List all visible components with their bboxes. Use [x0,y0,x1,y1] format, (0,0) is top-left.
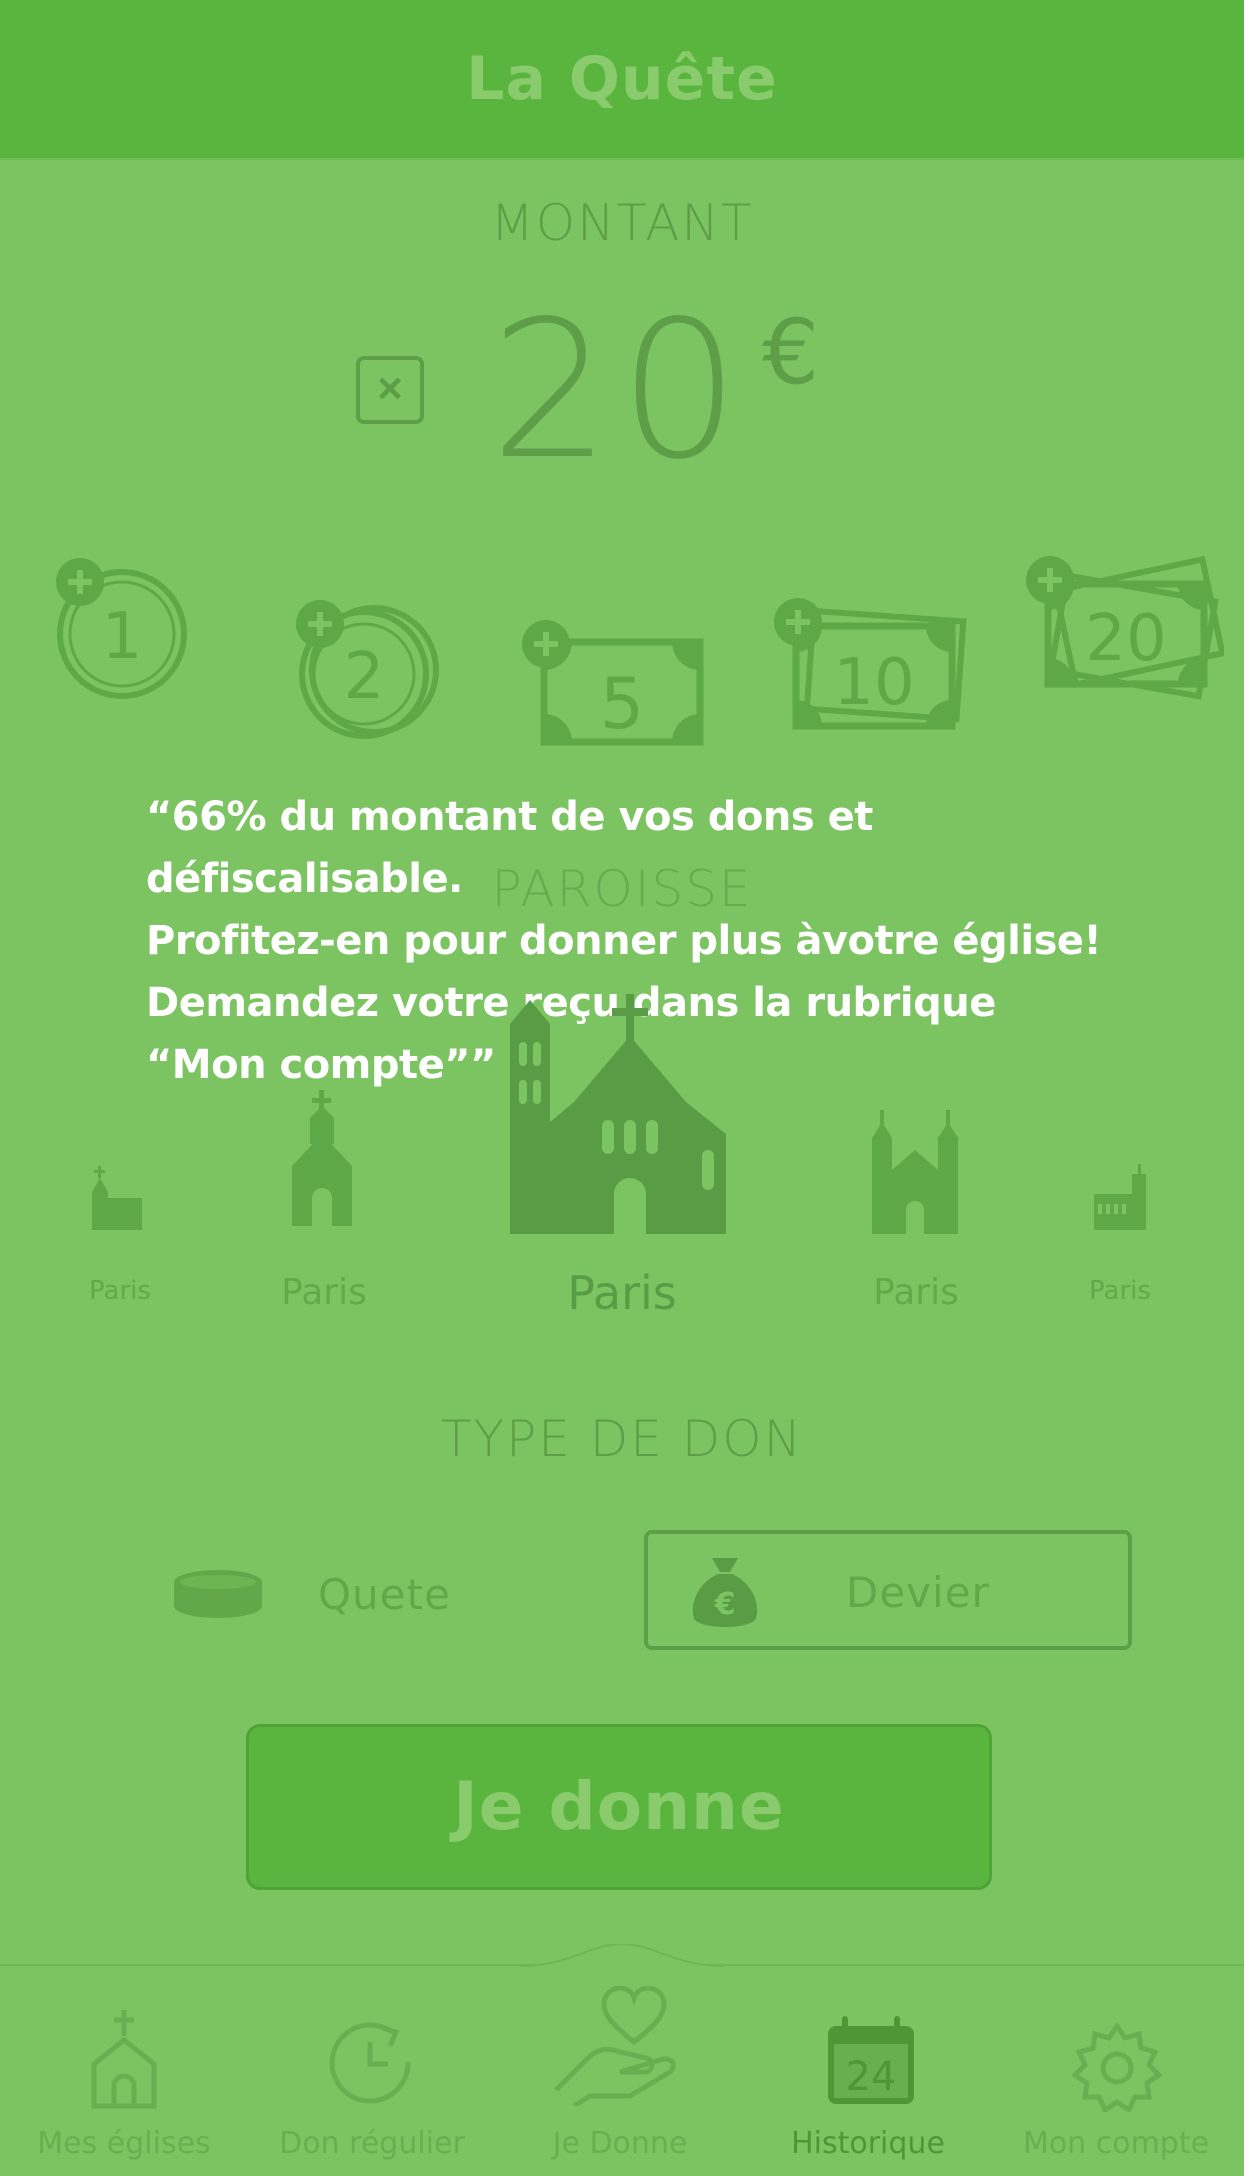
money-bag-icon: € [692,1558,758,1627]
tab-label: Historique [791,2126,945,2161]
bottom-tab-bar: Mes églises Don régulier Je Donne 24 His… [0,1944,1244,2176]
church-label-1: Paris [89,1276,151,1306]
note-line: “66% du montant de vos dons et défiscali… [146,794,873,902]
church-label-5: Paris [1089,1276,1151,1306]
type-devier-label: Devier [846,1568,990,1617]
bill-10-label: 10 [833,646,914,720]
tab-label: Mes églises [37,2126,211,2161]
calendar-day: 24 [846,2054,897,2100]
add-5-bill-button[interactable]: 5 [520,618,710,748]
tab-historique[interactable]: 24 Historique [744,1966,992,2176]
church-item-1[interactable] [90,1166,150,1236]
small-church-icon [92,1166,142,1230]
church-icon [91,2010,157,2109]
type-quete-label: Quete [318,1570,451,1619]
recurring-clock-icon [329,2022,411,2104]
church-item-4[interactable] [870,1110,960,1234]
tab-mes-eglises[interactable]: Mes églises [0,1966,248,2176]
app-title: La Quête [466,44,778,114]
currency-symbol: € [762,300,820,405]
note-line: Profitez-en pour donner plus àvotre égli… [146,918,1102,964]
tab-label: Don régulier [279,2126,465,2161]
church-icon [510,994,726,1234]
heart-hand-icon [554,1986,676,2106]
tab-label: Je Donne [552,2126,688,2161]
add-20-bill-button[interactable]: 20 [1024,554,1224,714]
svg-text:€: € [714,1587,736,1622]
chapel-icon [292,1090,352,1226]
church-label-2: Paris [281,1272,367,1313]
church-label-4: Paris [873,1272,959,1313]
calendar-icon: 24 [828,2016,914,2104]
gear-icon [1072,2022,1162,2112]
church-item-5[interactable] [1092,1164,1152,1234]
type-de-don-section-title: TYPE DE DON [441,1410,803,1468]
add-10-bill-button[interactable]: 10 [774,598,974,738]
church-item-3-selected[interactable] [506,994,730,1234]
coin-1-label: 1 [102,600,143,674]
add-1-coin-button[interactable]: 1 [54,556,194,706]
tab-don-regulier[interactable]: Don régulier [248,1966,496,2176]
give-button[interactable]: Je donne [246,1724,992,1890]
clear-amount-button[interactable]: × [356,356,424,424]
add-2-coin-button[interactable]: 2 [290,594,450,744]
tab-je-donne[interactable]: Je Donne [496,1966,744,2176]
coin-icon [174,1570,262,1618]
bill-5-label: 5 [600,663,645,745]
bill-20-label: 20 [1085,602,1166,676]
church-label-3: Paris [567,1266,677,1320]
tab-mon-compte[interactable]: Mon compte [992,1966,1240,2176]
amount-value: 20 [490,280,748,501]
cathedral-icon [872,1110,958,1234]
tabbar-notch [520,1944,724,1967]
montant-section-title: MONTANT [490,194,754,252]
type-devier-option[interactable]: € Devier [644,1530,1132,1650]
tab-label: Mon compte [1022,2126,1210,2161]
church-item-2[interactable] [282,1090,362,1230]
coin-2-label: 2 [344,640,385,714]
basilica-icon [1094,1164,1146,1230]
type-quete-option[interactable]: Quete [160,1534,580,1644]
